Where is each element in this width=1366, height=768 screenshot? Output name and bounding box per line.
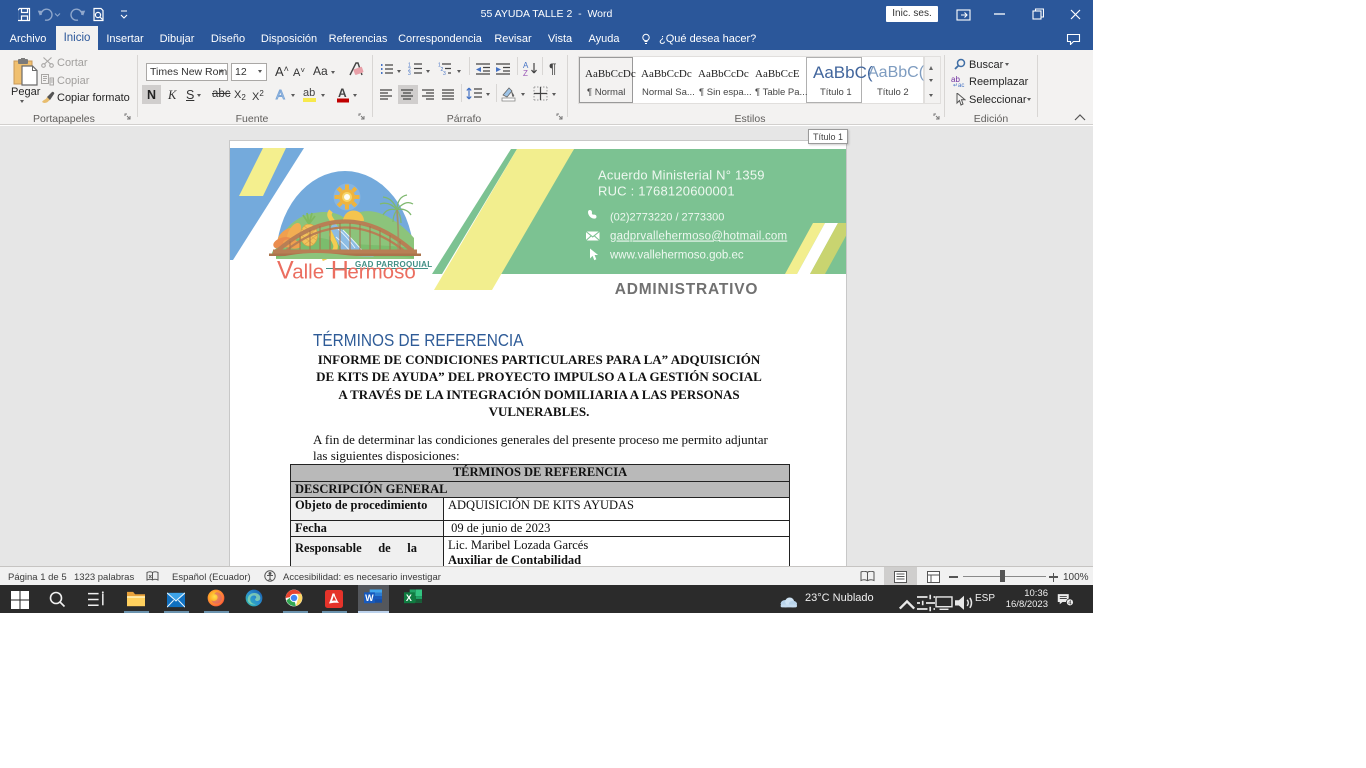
svg-text:RUC : 1768120600001: RUC : 1768120600001 bbox=[598, 184, 735, 199]
svg-text:(02)2773220 / 2773300: (02)2773220 / 2773300 bbox=[610, 212, 724, 224]
svg-text:A: A bbox=[276, 87, 285, 102]
svg-text:X: X bbox=[406, 593, 412, 603]
svg-text:↵ac: ↵ac bbox=[953, 83, 964, 87]
svg-text:Z: Z bbox=[523, 69, 528, 76]
svg-text:3: 3 bbox=[408, 71, 411, 75]
svg-text:ab: ab bbox=[303, 87, 315, 99]
svg-text:Valle Hermoso: Valle Hermoso bbox=[277, 257, 416, 285]
svg-text:Acuerdo Ministerial N° 1359: Acuerdo Ministerial N° 1359 bbox=[598, 168, 765, 183]
svg-text:gadprvallehermoso@hotmail.com: gadprvallehermoso@hotmail.com bbox=[610, 231, 787, 243]
svg-text:W: W bbox=[365, 593, 374, 603]
svg-text:A: A bbox=[338, 86, 347, 100]
svg-text:3: 3 bbox=[443, 71, 446, 75]
svg-text:www.vallehermoso.gob.ec: www.vallehermoso.gob.ec bbox=[609, 250, 744, 262]
